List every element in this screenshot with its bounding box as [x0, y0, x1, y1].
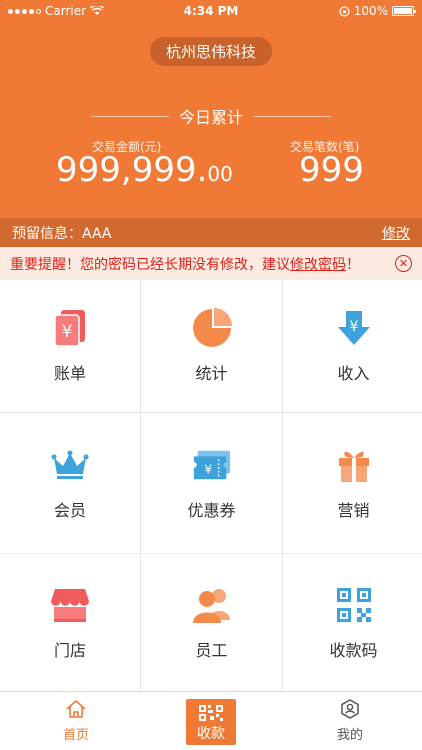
svg-text:¥: ¥	[62, 322, 73, 342]
grid-label: 员工	[195, 640, 228, 660]
home-icon	[66, 700, 86, 718]
amount-decimal: 00	[207, 162, 233, 186]
status-bar: Carrier 4:34 PM 100%	[0, 0, 422, 22]
summary-header: 杭州思伟科技 今日累计 交易金额(元) 999,999.00 交易笔数(笔) 9…	[0, 22, 422, 218]
grid-item-coupons[interactable]: ¥ 优惠券	[141, 413, 282, 553]
grid-label: 营销	[337, 501, 370, 520]
tab-mine-label: 我的	[336, 728, 363, 743]
qr-scan-icon	[199, 705, 223, 721]
divider	[90, 115, 169, 117]
bill-icon: ¥	[50, 308, 90, 348]
tab-pay-button[interactable]: 收款	[186, 699, 236, 745]
amount-main: 999,999.	[56, 150, 208, 190]
tab-bar: 首页 收款 我的	[0, 691, 422, 750]
gift-icon	[334, 445, 374, 485]
function-grid: ¥ 账单 统计 ¥ 收入 会员 ¥ 优惠券 营销 门店 员工 收款码	[0, 280, 422, 691]
store-icon	[50, 585, 90, 625]
income-icon: ¥	[334, 308, 374, 348]
app-screen: Carrier 4:34 PM 100% 杭州思伟科技 今日累计 交易金额(元)…	[0, 0, 422, 750]
grid-item-payment-code[interactable]: 收款码	[283, 554, 422, 691]
tab-home-label: 首页	[62, 728, 89, 743]
amount-value: 999,999.00	[56, 150, 233, 190]
divider	[253, 115, 331, 117]
count-value: 999	[299, 150, 364, 190]
grid-item-marketing[interactable]: 营销	[283, 413, 422, 553]
grid-label: 收入	[337, 364, 370, 383]
today-title-row: 今日累计	[0, 104, 422, 128]
pie-chart-icon	[192, 308, 232, 348]
grid-item-income[interactable]: ¥ 收入	[283, 280, 422, 412]
grid-label: 账单	[53, 364, 86, 383]
user-profile-icon	[341, 699, 359, 719]
grid-item-stores[interactable]: 门店	[0, 554, 140, 691]
grid-label: 门店	[53, 640, 86, 660]
grid-label: 会员	[53, 501, 86, 520]
today-title: 今日累计	[178, 108, 243, 127]
tab-mine[interactable]: 我的	[310, 698, 390, 743]
grid-item-staff[interactable]: 员工	[141, 554, 282, 691]
warning-suffix: ！	[346, 256, 360, 273]
warning-prefix: 重要提醒！您的密码已经长期没有修改，建议	[10, 256, 290, 273]
grid-item-bill[interactable]: ¥ 账单	[0, 280, 140, 412]
grid-label: 优惠券	[187, 501, 236, 520]
coupon-icon: ¥	[192, 445, 232, 485]
svg-text:¥: ¥	[349, 319, 358, 335]
close-icon[interactable]: ✕	[395, 255, 412, 272]
battery-icon	[392, 6, 416, 16]
grid-label: 统计	[195, 364, 228, 383]
svg-text:¥: ¥	[204, 463, 212, 477]
edit-reserved-info-link[interactable]: 修改	[382, 223, 410, 243]
reserved-info-label: 预留信息：AAA	[12, 225, 112, 242]
password-warning-banner: 重要提醒！您的密码已经长期没有修改，建议修改密码！ ✕	[0, 247, 422, 280]
grid-label: 收款码	[329, 640, 378, 660]
status-time: 4:34 PM	[183, 4, 239, 18]
tab-home[interactable]: 首页	[36, 698, 116, 743]
staff-icon	[192, 585, 232, 625]
company-name-button[interactable]: 杭州思伟科技	[149, 37, 273, 66]
grid-item-statistics[interactable]: 统计	[141, 280, 282, 412]
warning-text: 重要提醒！您的密码已经长期没有修改，建议修改密码！	[10, 254, 360, 274]
change-password-link[interactable]: 修改密码	[290, 257, 346, 273]
reserved-info-bar: 预留信息：AAA 修改	[0, 218, 422, 247]
qr-code-icon	[334, 585, 374, 625]
grid-item-members[interactable]: 会员	[0, 413, 140, 553]
tab-pay-label: 收款	[197, 726, 225, 742]
crown-icon	[50, 445, 90, 485]
